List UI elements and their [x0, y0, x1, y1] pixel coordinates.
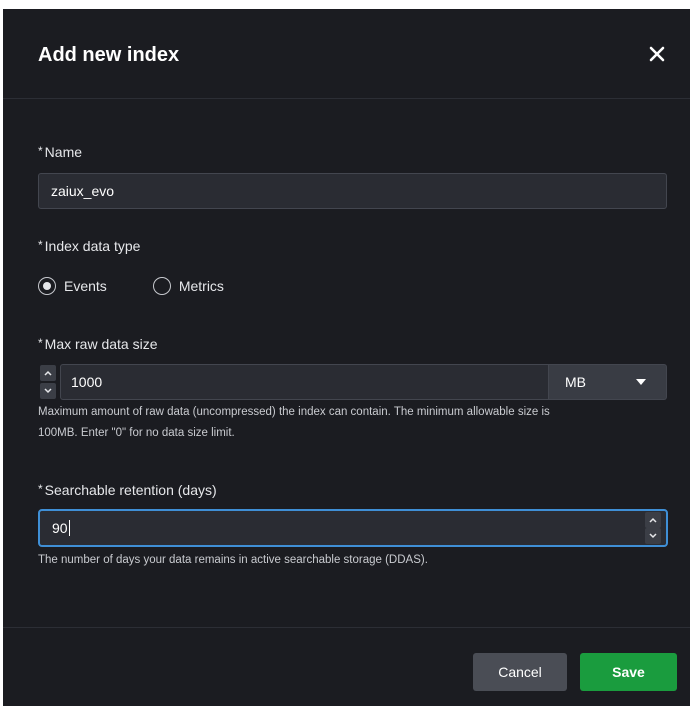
caret-down-icon [636, 379, 646, 385]
max-size-stepper [38, 364, 60, 400]
required-marker: * [38, 238, 43, 252]
chevron-down-icon [44, 388, 52, 394]
max-size-label-text: Max raw data size [44, 336, 158, 352]
data-type-label: * Index data type [38, 238, 140, 254]
max-size-field: MB [38, 364, 667, 400]
data-type-radio-group: Events Metrics [38, 275, 270, 297]
required-marker: * [38, 482, 43, 496]
retention-stepper [645, 511, 665, 545]
max-size-input[interactable] [60, 364, 549, 400]
dialog-header: Add new index [3, 9, 690, 99]
max-size-help-line2: 100MB. Enter "0" for no data size limit. [38, 427, 235, 439]
text-cursor [69, 520, 70, 536]
chevron-up-icon [649, 517, 657, 523]
add-index-dialog: Add new index *Name *Index data type Eve… [3, 9, 690, 706]
name-label-text: Name [44, 144, 83, 160]
save-button[interactable]: Save [580, 653, 677, 691]
retention-label: * Searchable retention (days) [38, 482, 217, 498]
close-button[interactable] [646, 43, 668, 65]
radio-selected-icon [38, 277, 56, 295]
chevron-up-icon [44, 370, 52, 376]
close-icon [649, 46, 665, 62]
radio-unselected-icon [152, 277, 171, 295]
name-label: * Name [38, 144, 82, 160]
max-size-label: * Max raw data size [38, 336, 158, 352]
unit-select[interactable]: MB [549, 364, 667, 400]
dialog-footer: Cancel Save [3, 627, 690, 706]
radio-metrics-label: Metrics [178, 278, 224, 294]
required-marker: * [38, 144, 43, 158]
increment-button[interactable] [645, 512, 661, 528]
radio-events-label: Events [64, 278, 107, 294]
increment-button[interactable] [40, 365, 56, 381]
max-size-help: Maximum amount of raw data (uncompressed… [38, 402, 678, 444]
decrement-button[interactable] [40, 383, 56, 399]
data-type-label-text: Index data type [44, 238, 141, 254]
dialog-title: Add new index [38, 44, 180, 66]
unit-select-value: MB [565, 374, 586, 390]
name-input[interactable] [38, 173, 667, 209]
radio-metrics[interactable]: Metrics [152, 277, 224, 295]
retention-input[interactable] [40, 511, 640, 545]
required-marker: * [38, 336, 43, 350]
decrement-button[interactable] [645, 528, 661, 544]
cancel-button[interactable]: Cancel [473, 653, 567, 691]
retention-field [38, 509, 668, 547]
chevron-down-icon [649, 533, 657, 539]
max-size-help-line1: Maximum amount of raw data (uncompressed… [38, 406, 550, 418]
radio-events[interactable]: Events [38, 277, 107, 295]
retention-help: The number of days your data remains in … [38, 554, 428, 566]
retention-label-text: Searchable retention (days) [44, 482, 217, 498]
